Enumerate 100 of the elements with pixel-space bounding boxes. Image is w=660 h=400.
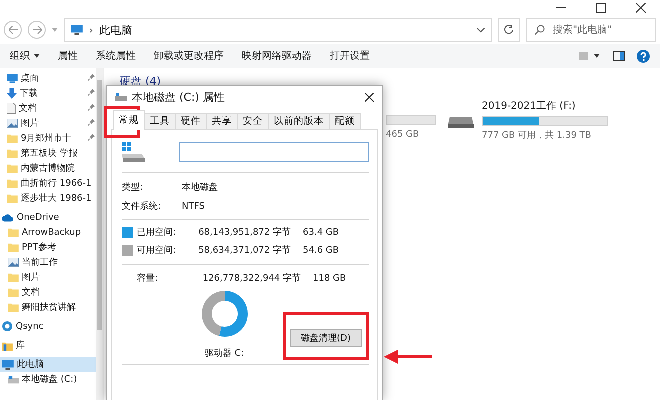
sidebar-item[interactable]: 当前工作 <box>0 255 96 270</box>
sidebar-item[interactable]: 舞阳扶贫讲解 <box>0 300 96 315</box>
sidebar-item[interactable]: 桌面 <box>0 71 96 86</box>
pin-icon <box>88 134 95 141</box>
sidebar-item[interactable]: 9月郑州市十 <box>0 131 96 146</box>
preview-pane-icon[interactable] <box>613 51 625 61</box>
tab[interactable]: 硬件 <box>175 113 207 130</box>
tab[interactable]: 配额 <box>329 113 361 130</box>
ribbon-button[interactable]: 卸载或更改程序 <box>154 49 224 63</box>
sidebar-item[interactable]: 文档 <box>0 101 96 116</box>
document-icon <box>7 103 16 114</box>
ribbon-button[interactable]: 打开设置 <box>330 49 370 63</box>
picture-icon <box>8 258 19 267</box>
tab[interactable]: 共享 <box>206 113 238 130</box>
sidebar-item[interactable]: 下载 <box>0 86 96 101</box>
sidebar-item[interactable]: 文档 <box>0 285 96 300</box>
disk-cleanup-button[interactable]: 磁盘清理(D) <box>290 329 362 347</box>
sidebar-item[interactable]: 逐步壮大 1986-1 <box>0 191 96 206</box>
drive-capacity: 777 GB 可用，共 1.39 TB <box>482 130 592 142</box>
sidebar-item[interactable]: 本地磁盘 (C:) <box>0 372 96 387</box>
refresh-button[interactable] <box>498 18 520 42</box>
pin-icon <box>88 74 95 81</box>
sidebar-item[interactable]: ArrowBackup <box>0 225 96 240</box>
forward-button[interactable] <box>28 21 46 39</box>
tab[interactable]: 以前的版本 <box>268 113 330 130</box>
drive-name: 2019-2021工作 (F:) <box>482 100 577 113</box>
tab[interactable]: 工具 <box>144 113 176 130</box>
caret-icon <box>34 54 40 58</box>
sidebar-item[interactable]: OneDrive <box>0 210 96 225</box>
sidebar-item[interactable]: 图片 <box>0 116 96 131</box>
capacity-bar <box>386 115 436 125</box>
view-options-icon[interactable] <box>579 51 601 61</box>
picture-icon <box>7 119 18 128</box>
desktop-icon <box>7 74 18 83</box>
byte-count: 58,634,371,072 字节 <box>198 244 291 257</box>
sidebar-item[interactable]: 第五板块 学报 <box>0 146 96 161</box>
folder-icon <box>7 134 18 143</box>
usage-donut-drawing <box>200 289 250 339</box>
field-label: 容量: <box>136 272 160 285</box>
folder-icon <box>7 164 18 173</box>
close-icon <box>365 92 374 102</box>
history-dropdown[interactable] <box>477 28 485 32</box>
highlight-frame <box>104 106 140 138</box>
folder-icon <box>8 273 19 282</box>
path-separator: › <box>89 24 94 36</box>
folder-icon <box>8 303 19 312</box>
field-label: 类型: <box>122 182 144 194</box>
size-value: 118 GB <box>313 274 346 284</box>
folder-icon <box>7 179 18 188</box>
ribbon-button[interactable]: 组织 <box>10 49 40 63</box>
field-label: 已用空间: <box>137 226 178 239</box>
field-value: 本地磁盘 <box>182 182 218 194</box>
drive-capacity: 465 GB <box>386 130 420 140</box>
back-button[interactable] <box>4 21 22 39</box>
back-arrow-icon <box>8 26 18 34</box>
sidebar-item[interactable]: 图片 <box>0 270 96 285</box>
drive-icon <box>115 93 127 101</box>
field-label: 可用空间: <box>137 244 178 257</box>
cloud-icon <box>2 214 14 222</box>
dialog-title: 本地磁盘 (C:) 属性 <box>132 90 225 104</box>
sidebar-item[interactable]: 库 <box>0 338 96 353</box>
path-text: 此电脑 <box>99 22 132 38</box>
byte-count: 126,778,322,944 字节 <box>202 272 301 285</box>
sidebar-item[interactable]: 内蒙古博物院 <box>0 161 96 176</box>
close-icon[interactable] <box>636 3 646 13</box>
ribbon-button[interactable]: 映射网络驱动器 <box>242 49 312 63</box>
forward-arrow-icon <box>32 26 42 34</box>
refresh-icon <box>504 25 514 35</box>
ribbon-button[interactable]: 系统属性 <box>96 49 136 63</box>
size-value: 63.4 GB <box>303 228 340 238</box>
byte-count: 68,143,951,872 字节 <box>198 226 291 239</box>
maximize-icon[interactable] <box>596 3 606 13</box>
minimize-icon[interactable] <box>556 7 566 9</box>
address-bar[interactable]: › 此电脑 <box>64 18 492 42</box>
field-label: 文件系统: <box>122 200 162 213</box>
ribbon-button[interactable]: 属性 <box>58 49 78 63</box>
drive-icon <box>122 142 146 162</box>
field-value: NTFS <box>182 202 205 212</box>
scrollbar[interactable] <box>96 68 103 400</box>
pin-icon <box>88 119 95 126</box>
sidebar-item[interactable]: PPT参考 <box>0 240 96 255</box>
search-field[interactable]: 搜索"此电脑" <box>526 18 656 42</box>
tab[interactable]: 安全 <box>237 113 269 130</box>
folder-icon <box>8 243 19 252</box>
tab[interactable]: 常规 <box>113 110 145 130</box>
folder-icon <box>7 149 18 158</box>
library-icon <box>2 340 13 350</box>
annotation-arrow <box>384 350 432 364</box>
pin-icon <box>88 104 95 111</box>
caret-icon <box>477 28 485 32</box>
sidebar-item[interactable]: 此电脑 <box>0 357 96 372</box>
down-arrow-icon <box>7 88 17 99</box>
sidebar-item[interactable]: Qsync <box>0 319 96 334</box>
sidebar-item[interactable]: 曲折前行 1966-1 <box>0 176 96 191</box>
drive-name-field[interactable] <box>179 142 369 162</box>
drive-icon <box>8 376 19 384</box>
folder-icon <box>8 228 19 237</box>
help-icon[interactable] <box>637 50 650 62</box>
monitor-icon <box>71 25 83 35</box>
monitor-icon <box>2 360 14 370</box>
